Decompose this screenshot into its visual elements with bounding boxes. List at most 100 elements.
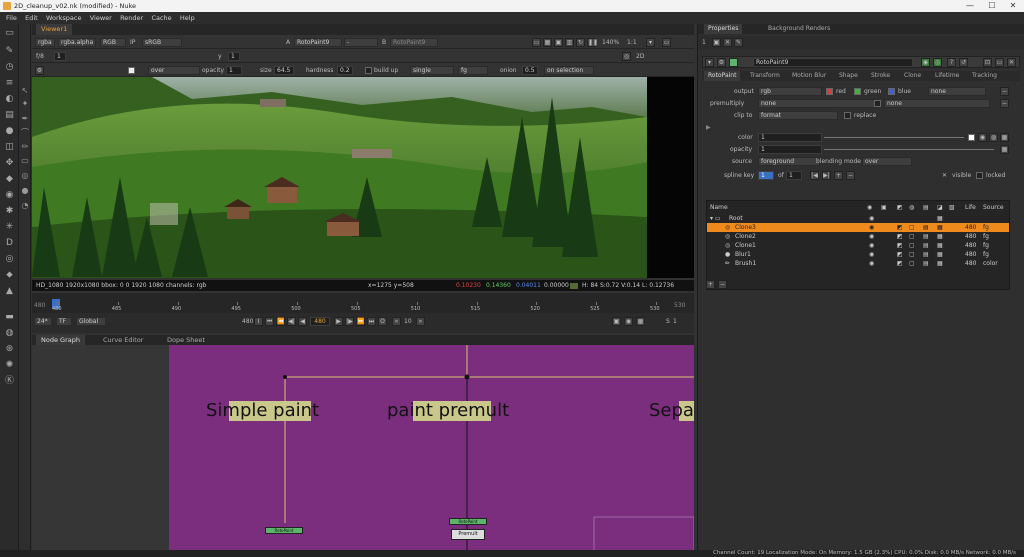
bspline-tool-icon[interactable]: ⌒ (20, 128, 30, 138)
mblur-icon[interactable]: ▦ (937, 250, 943, 259)
node-graph[interactable]: Simple paint paint premult Sepa RotoPain… (32, 345, 695, 554)
visible-label[interactable]: visible (952, 171, 971, 180)
tree-life[interactable]: 480 (965, 259, 976, 268)
mblur-icon[interactable]: ▦ (937, 259, 943, 268)
tree-life[interactable]: 480 (965, 250, 976, 259)
premultiply-menu-icon[interactable]: − (1000, 99, 1009, 108)
col-visible-icon[interactable]: ◉ (867, 203, 872, 212)
tag-node-icon[interactable]: ⬥ (4, 270, 15, 281)
tab-curve-editor[interactable]: Curve Editor (98, 335, 148, 345)
ratio-label[interactable]: 1:1 (627, 38, 637, 47)
keyer-node-icon[interactable]: ● (4, 126, 15, 137)
play-back-icon[interactable]: ◀ (298, 317, 307, 326)
compare-dropdown[interactable]: - (344, 38, 378, 47)
subtab-lifetime[interactable]: Lifetime (931, 71, 963, 81)
node-rotopaint-1[interactable]: RotoPaint (265, 527, 303, 534)
refresh-icon[interactable]: ↻ (576, 38, 585, 47)
3d-node-icon[interactable]: ◆ (4, 174, 15, 185)
overlay-icon[interactable]: ▤ (923, 250, 929, 259)
tree-row-clone2[interactable]: ◎ Clone2 ◉ ◩ ▢ ▤ ▦ 480 fg (707, 232, 1009, 241)
view-mode-label[interactable]: 2D (636, 52, 644, 61)
premultiply-extra-dropdown[interactable]: none (884, 99, 990, 108)
node-rotopaint-2[interactable]: RotoPaint (449, 518, 487, 525)
proxy-icon[interactable]: ▣ (554, 38, 563, 47)
maximize-icon[interactable]: ▭ (995, 58, 1004, 67)
opacity-slider[interactable] (824, 149, 994, 150)
color-chip[interactable]: ▢ (909, 250, 915, 259)
output-dropdown[interactable]: rgb (758, 87, 822, 96)
view-menu-icon[interactable]: ▾ (646, 38, 655, 47)
col-merge-icon[interactable]: ▧ (949, 203, 955, 212)
invert-icon[interactable]: ◩ (897, 259, 903, 268)
blend-mode-dropdown[interactable]: over (862, 157, 912, 166)
dodge-tool-icon[interactable]: ◔ (20, 201, 30, 211)
tree-source[interactable]: color (983, 259, 998, 268)
opacity-prop-field[interactable]: 1 (758, 145, 822, 154)
col-color-icon[interactable]: ◍ (909, 203, 914, 212)
add-layer-button[interactable]: + (706, 280, 715, 289)
color-chip[interactable]: ▢ (909, 223, 915, 232)
select-tool-icon[interactable]: ↖ (20, 86, 30, 96)
merge-node-icon[interactable]: ◫ (4, 142, 15, 153)
output-extra-dropdown[interactable]: none (928, 87, 986, 96)
node-premult[interactable]: Premult (451, 529, 485, 540)
range-dropdown[interactable]: Global (76, 317, 106, 326)
tree-row-clone1[interactable]: ◎ Clone1 ◉ ◩ ▢ ▤ ▦ 480 fg (707, 241, 1009, 250)
filter-node-icon[interactable]: ▤ (4, 110, 15, 121)
color-chip[interactable]: ▢ (909, 232, 915, 241)
node-settings-icon[interactable]: ⚙ (717, 58, 726, 67)
furnace-node-icon[interactable]: ▲ (4, 286, 15, 297)
output-menu-icon[interactable]: − (1000, 87, 1009, 96)
color-animate-icon[interactable]: ▦ (1000, 133, 1009, 142)
particles-node-icon[interactable]: ✳ (4, 222, 15, 233)
subtab-clone[interactable]: Clone (900, 71, 925, 81)
color-wheel-icon[interactable]: ◍ (989, 133, 998, 142)
tree-row-clone3[interactable]: ◎ Clone3 ◉ ◩ ▢ ▤ ▦ 480 fg (707, 223, 1009, 232)
step-back-icon[interactable]: « (392, 317, 401, 326)
eye-node-icon[interactable]: ◎ (4, 254, 15, 265)
fullscreen-icon[interactable]: ▭ (662, 38, 671, 47)
blue-checkbox[interactable] (888, 88, 895, 95)
overlay-icon[interactable]: ▤ (923, 232, 929, 241)
clipto-dropdown[interactable]: format (758, 111, 838, 120)
play-icon[interactable]: ▶ (334, 317, 343, 326)
invert-icon[interactable]: ◩ (897, 232, 903, 241)
tf-dropdown[interactable]: TF (56, 317, 72, 326)
premultiply-extra-checkbox[interactable] (874, 100, 881, 107)
display-mode-dropdown[interactable]: RGB (100, 38, 126, 47)
tree-life[interactable]: 480 (965, 241, 976, 250)
transform-node-icon[interactable]: ✥ (4, 158, 15, 169)
tree-life[interactable]: 480 (965, 232, 976, 241)
k-node-icon[interactable]: Ⓚ (4, 376, 15, 387)
menu-edit[interactable]: Edit (25, 14, 38, 22)
current-frame-field[interactable]: 480 (310, 317, 330, 326)
blur-tool-icon[interactable]: ● (20, 186, 30, 196)
next-key-icon[interactable]: ⏩ (356, 317, 365, 326)
overlay-icon[interactable]: ▤ (923, 241, 929, 250)
size-field[interactable]: 64.5 (274, 66, 294, 75)
close-props-icon[interactable]: ✕ (1007, 58, 1016, 67)
playback-s-value[interactable]: 1 (673, 317, 677, 326)
pin-props-icon[interactable]: ✎ (734, 38, 743, 47)
col-life[interactable]: Life (965, 203, 976, 212)
source-dropdown[interactable]: fg (458, 66, 488, 75)
expand-arrow-icon[interactable]: ▶ (706, 123, 711, 132)
tab-properties[interactable]: Properties (704, 24, 743, 34)
maximize-button[interactable]: ☐ (982, 0, 1002, 12)
tree-life[interactable]: 480 (965, 223, 976, 232)
fstop-field[interactable]: 1 (54, 52, 66, 61)
render-icon[interactable]: ◉ (624, 317, 633, 326)
col-name[interactable]: Name (710, 203, 728, 212)
color-node-icon[interactable]: ◐ (4, 94, 15, 105)
tree-source[interactable]: fg (983, 241, 989, 250)
brush-tool-icon[interactable]: ✏ (20, 142, 30, 152)
col-invert-icon[interactable]: ◩ (897, 203, 903, 212)
mblur-icon[interactable]: ▦ (937, 232, 943, 241)
viewer-image[interactable] (32, 77, 647, 278)
image-node-icon[interactable]: ▭ (4, 28, 15, 39)
tab-background-renders[interactable]: Background Renders (764, 24, 834, 34)
subtab-tracking[interactable]: Tracking (968, 71, 1001, 81)
subtab-stroke[interactable]: Stroke (867, 71, 894, 81)
visible-icon[interactable]: ◉ (869, 259, 874, 268)
visible-icon[interactable]: ◉ (869, 232, 874, 241)
